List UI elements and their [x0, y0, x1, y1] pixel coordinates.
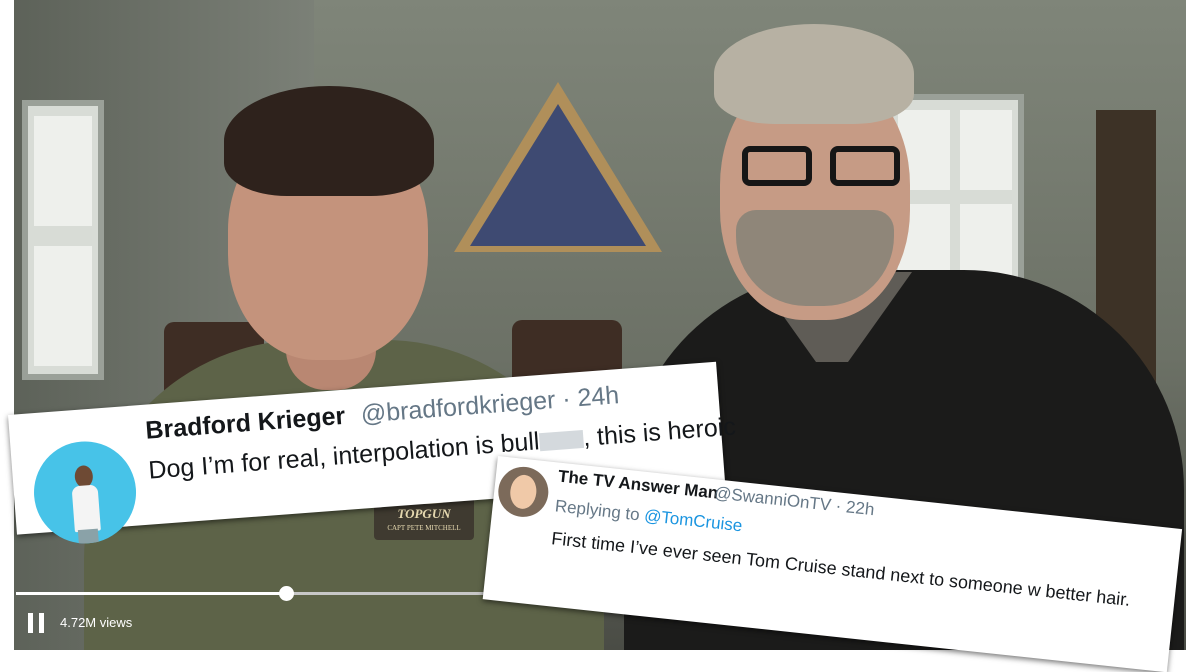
person-right-hair: [714, 24, 914, 124]
glasses: [736, 146, 904, 188]
tweet-author-name[interactable]: Bradford Krieger: [145, 402, 347, 446]
avatar[interactable]: [495, 464, 551, 520]
censor-bar: [538, 430, 584, 452]
replying-to-label: Replying to: [554, 496, 646, 525]
tweet-text: First time I’ve ever seen Tom Cruise sta…: [550, 528, 1132, 610]
wall-emblem-center: [470, 104, 646, 246]
pause-icon: [28, 613, 33, 633]
background-window: [22, 100, 104, 380]
badge-label: TOPGUN: [397, 506, 451, 521]
badge-sublabel: CAPT PETE MITCHELL: [387, 524, 461, 532]
person-left-hair: [224, 86, 434, 196]
video-progress-fill: [16, 592, 287, 595]
video-scrubber-handle[interactable]: [279, 586, 295, 601]
view-count: 4.72M views: [60, 615, 133, 630]
pause-button[interactable]: [28, 613, 44, 633]
tweet-text-part: , this is heroic: [582, 412, 737, 452]
tweet-author-handle[interactable]: @bradfordkrieger · 24h: [360, 381, 620, 429]
reply-mention-link[interactable]: @TomCruise: [643, 506, 743, 535]
